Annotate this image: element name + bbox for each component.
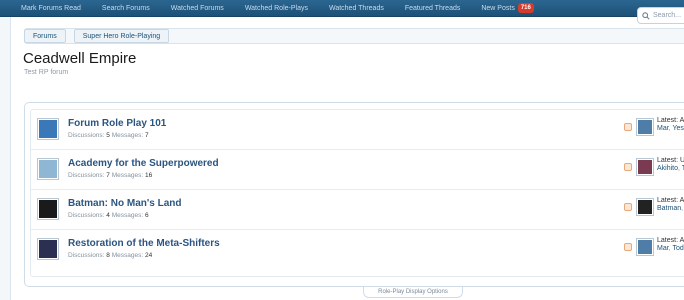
forum-list: Forum Role Play 101 Discussions: 5 Messa… — [30, 109, 684, 277]
messages-label: Messages: — [111, 172, 144, 179]
messages-label: Messages: — [111, 252, 144, 259]
forum-title-link[interactable]: Forum Role Play 101 — [68, 118, 166, 129]
rss-feed-icon[interactable] — [624, 123, 632, 131]
latest-post-title[interactable]: Latest: Up — [657, 157, 684, 164]
new-posts-count-badge: 716 — [517, 3, 534, 13]
breadcrumb-super-hero-role-playing[interactable]: Super Hero Role-Playing — [73, 29, 170, 43]
rss-feed-icon[interactable] — [624, 163, 632, 171]
latest-post-user[interactable]: Mar — [657, 245, 669, 252]
search-box[interactable]: Search... — [637, 7, 684, 24]
messages-label: Messages: — [111, 212, 144, 219]
forum-stats: Discussions: 7 Messages: 16 — [68, 172, 152, 179]
forum-thumbnail-icon[interactable] — [37, 198, 59, 220]
latest-post-title[interactable]: Latest: Ad — [657, 237, 684, 244]
forum-row: Batman: No Man's Land Discussions: 4 Mes… — [31, 190, 684, 230]
messages-count: 7 — [144, 132, 149, 139]
forum-thumbnail-icon[interactable] — [37, 238, 59, 260]
forum-stats: Discussions: 8 Messages: 24 — [68, 252, 152, 259]
discussions-label: Discussions: — [68, 132, 105, 139]
breadcrumb: Forums Super Hero Role-Playing — [24, 29, 170, 43]
latest-post-time: Toda — [672, 245, 684, 252]
forum-stats: Discussions: 5 Messages: 7 — [68, 132, 149, 139]
forum-row: Forum Role Play 101 Discussions: 5 Messa… — [31, 110, 684, 150]
nav-mark-forums-read[interactable]: Mark Forums Read — [0, 0, 81, 17]
forum-thumbnail-icon[interactable] — [37, 158, 59, 180]
page-subtitle: Test RP forum — [24, 69, 69, 76]
messages-count: 16 — [144, 172, 153, 179]
latest-post-info: Latest: Up Akihito, To — [657, 157, 684, 172]
forum-row: Academy for the Superpowered Discussions… — [31, 150, 684, 190]
latest-post-avatar[interactable] — [636, 158, 654, 176]
role-play-display-options-button[interactable]: Role-Play Display Options — [363, 287, 463, 298]
forum-list-box: Forum Role Play 101 Discussions: 5 Messa… — [24, 102, 684, 287]
latest-post-time: Yeste — [672, 125, 684, 132]
forum-title-link[interactable]: Batman: No Man's Land — [68, 198, 182, 209]
discussions-label: Discussions: — [68, 172, 105, 179]
latest-post-avatar[interactable] — [636, 198, 654, 216]
nav-links: Mark Forums Read Search Forums Watched F… — [0, 0, 534, 17]
discussions-count: 4 — [106, 212, 110, 219]
latest-post-user[interactable]: Mar — [657, 125, 669, 132]
content-panel: Forums Super Hero Role-Playing Ceadwell … — [10, 17, 684, 300]
forum-row: Restoration of the Meta-Shifters Discuss… — [31, 230, 684, 270]
nav-watched-role-plays[interactable]: Watched Role-Plays — [224, 0, 308, 17]
latest-post-info: Latest: Ad Mar, Yeste — [657, 117, 684, 132]
nav-featured-threads[interactable]: Featured Threads — [384, 0, 461, 17]
discussions-label: Discussions: — [68, 212, 105, 219]
discussions-count: 7 — [106, 172, 110, 179]
messages-count: 24 — [144, 252, 153, 259]
search-icon — [642, 11, 650, 20]
rss-feed-icon[interactable] — [624, 203, 632, 211]
nav-new-posts-label: New Posts — [481, 5, 515, 12]
latest-post-avatar[interactable] — [636, 238, 654, 256]
messages-label: Messages: — [111, 132, 144, 139]
latest-post-title[interactable]: Latest: Ap — [657, 197, 684, 204]
messages-count: 6 — [144, 212, 149, 219]
forum-stats: Discussions: 4 Messages: 6 — [68, 212, 149, 219]
latest-post-user[interactable]: Akihito — [657, 165, 678, 172]
nav-watched-forums[interactable]: Watched Forums — [150, 0, 224, 17]
latest-post-info: Latest: Ap Batman, Y — [657, 197, 684, 212]
page-title: Ceadwell Empire — [23, 50, 137, 67]
discussions-count: 8 — [106, 252, 110, 259]
rss-feed-icon[interactable] — [624, 243, 632, 251]
discussions-count: 5 — [106, 132, 110, 139]
forum-title-link[interactable]: Academy for the Superpowered — [68, 158, 219, 169]
latest-post-title[interactable]: Latest: Ad — [657, 117, 684, 124]
top-navigation-bar: Mark Forums Read Search Forums Watched F… — [0, 0, 684, 17]
search-input[interactable]: Search... — [653, 12, 681, 19]
nav-search-forums[interactable]: Search Forums — [81, 0, 150, 17]
latest-post-user[interactable]: Batman — [657, 205, 681, 212]
latest-post-info: Latest: Ad Mar, Toda — [657, 237, 684, 252]
discussions-label: Discussions: — [68, 252, 105, 259]
forum-title-link[interactable]: Restoration of the Meta-Shifters — [68, 238, 220, 249]
latest-post-avatar[interactable] — [636, 118, 654, 136]
nav-new-posts[interactable]: New Posts 716 — [460, 0, 534, 17]
breadcrumb-forums[interactable]: Forums — [24, 29, 66, 43]
nav-watched-threads[interactable]: Watched Threads — [308, 0, 384, 17]
forum-thumbnail-icon[interactable] — [37, 118, 59, 140]
